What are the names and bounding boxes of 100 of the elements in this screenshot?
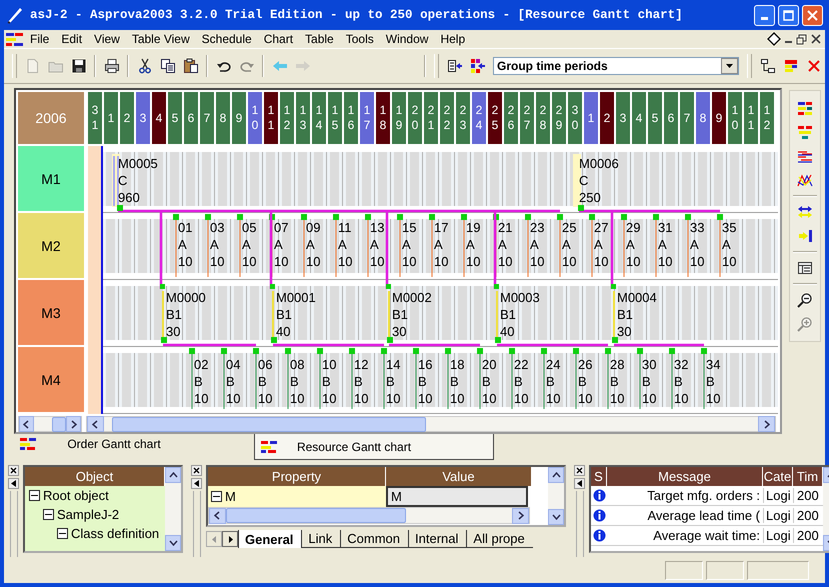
property-tab[interactable]: Internal bbox=[408, 530, 466, 548]
operation-label[interactable]: 35 A 10 bbox=[722, 219, 736, 270]
group-dropdown[interactable]: Group time periods bbox=[493, 57, 739, 75]
operation-label[interactable]: 06 B 10 bbox=[258, 356, 272, 407]
menu-item[interactable]: File bbox=[24, 32, 56, 46]
menu-item[interactable]: Table bbox=[299, 32, 340, 46]
operation-label[interactable]: 27 A 10 bbox=[594, 219, 608, 270]
column-header: Message bbox=[607, 467, 763, 486]
collapse-button[interactable] bbox=[574, 478, 585, 489]
scrollbar[interactable] bbox=[548, 467, 564, 525]
operation-label[interactable]: 20 B 10 bbox=[482, 356, 496, 407]
scrollbar[interactable] bbox=[165, 467, 181, 551]
operation-label[interactable]: 16 B 10 bbox=[418, 356, 432, 407]
operation-label[interactable]: 19 A 10 bbox=[466, 219, 480, 270]
day-header: 13 bbox=[296, 92, 310, 144]
operation-label[interactable]: 11 A 10 bbox=[338, 219, 352, 270]
day-header: 5 bbox=[168, 92, 182, 144]
property-tab[interactable]: Link bbox=[301, 530, 340, 548]
value-field[interactable]: M bbox=[386, 486, 528, 507]
operation-label[interactable]: 34 B 10 bbox=[706, 356, 720, 407]
operation-label[interactable]: 31 A 10 bbox=[658, 219, 672, 270]
operation-label[interactable]: 22 B 10 bbox=[514, 356, 528, 407]
collapse-button[interactable] bbox=[191, 478, 202, 489]
operation-label[interactable]: 13 A 10 bbox=[370, 219, 384, 270]
operation-label[interactable]: M0006 C 250 bbox=[579, 155, 619, 206]
operation-label[interactable]: 07 A 10 bbox=[274, 219, 288, 270]
expand-toggle-icon[interactable] bbox=[57, 528, 68, 539]
operation-label[interactable]: 17 A 10 bbox=[434, 219, 448, 270]
operation-label[interactable]: 33 A 10 bbox=[690, 219, 704, 270]
menu-item[interactable]: View bbox=[88, 32, 126, 46]
scrollbar[interactable] bbox=[208, 507, 530, 524]
close-icon[interactable] bbox=[811, 34, 821, 44]
operation-label[interactable]: M0001 B1 40 bbox=[276, 289, 316, 340]
tree-icon bbox=[760, 58, 776, 74]
minimize-button[interactable] bbox=[754, 4, 775, 26]
resize-grip[interactable] bbox=[576, 491, 584, 557]
property-tab[interactable]: General bbox=[238, 530, 302, 548]
operation-label[interactable]: M0003 B1 40 bbox=[500, 289, 540, 340]
operation-label[interactable]: M0002 B1 30 bbox=[392, 289, 432, 340]
scrollbar[interactable] bbox=[18, 416, 82, 432]
menu-item[interactable]: Edit bbox=[55, 32, 88, 46]
resize-grip[interactable] bbox=[10, 491, 18, 557]
operation-label[interactable]: 18 B 10 bbox=[450, 356, 464, 407]
menu-item[interactable]: Help bbox=[434, 32, 472, 46]
operation-label[interactable]: 15 A 10 bbox=[402, 219, 416, 270]
restore-icon[interactable] bbox=[796, 34, 807, 44]
operation-label[interactable]: 21 A 10 bbox=[498, 219, 512, 270]
operation-label[interactable]: 26 B 10 bbox=[578, 356, 592, 407]
operation-label[interactable]: 24 B 10 bbox=[546, 356, 560, 407]
operation-label[interactable]: 02 B 10 bbox=[194, 356, 208, 407]
maximize-button[interactable] bbox=[778, 4, 799, 26]
expand-toggle-icon[interactable] bbox=[43, 509, 54, 520]
operation-label[interactable]: 03 A 10 bbox=[210, 219, 224, 270]
property-tab[interactable]: All prope bbox=[466, 530, 533, 548]
day-header: 1 bbox=[584, 92, 598, 144]
property-tab[interactable]: Common bbox=[340, 530, 408, 548]
status-pane bbox=[706, 560, 744, 580]
menu-item[interactable]: Table View bbox=[126, 32, 196, 46]
menu-item[interactable]: Chart bbox=[258, 32, 300, 46]
resize-grip[interactable] bbox=[192, 491, 200, 557]
operation-label[interactable]: 32 B 10 bbox=[674, 356, 688, 407]
menu-item[interactable]: Window bbox=[380, 32, 434, 46]
minimize-icon bbox=[761, 16, 768, 20]
operation-label[interactable]: M0004 B1 30 bbox=[617, 289, 657, 340]
close-button[interactable] bbox=[574, 465, 585, 476]
tree-item[interactable]: Root object bbox=[43, 488, 109, 503]
expand-toggle-icon[interactable] bbox=[211, 491, 222, 502]
operation-label[interactable]: 05 A 10 bbox=[242, 219, 256, 270]
collapse-button[interactable] bbox=[8, 478, 19, 489]
operation-label[interactable]: 28 B 10 bbox=[610, 356, 624, 407]
operation-label[interactable]: M0000 B1 30 bbox=[166, 289, 206, 340]
tree-item[interactable]: SampleJ-2 bbox=[57, 507, 120, 522]
close-button[interactable] bbox=[191, 465, 202, 476]
operation-label[interactable]: 14 B 10 bbox=[386, 356, 400, 407]
day-header: 12 bbox=[760, 92, 774, 144]
close-button[interactable] bbox=[8, 465, 19, 476]
operation-label[interactable]: 29 A 10 bbox=[626, 219, 640, 270]
close-icon bbox=[576, 467, 583, 474]
operation-label[interactable]: 25 A 10 bbox=[562, 219, 576, 270]
column-header: S bbox=[591, 467, 607, 486]
operation-label[interactable]: 30 B 10 bbox=[642, 356, 656, 407]
operation-label[interactable]: 04 B 10 bbox=[226, 356, 240, 407]
column-header: Property bbox=[208, 467, 386, 486]
operation-label[interactable]: M0005 C 960 bbox=[118, 155, 158, 206]
scrollbar[interactable] bbox=[86, 416, 776, 432]
operation-label[interactable]: 23 A 10 bbox=[530, 219, 544, 270]
operation-label[interactable]: 01 A 10 bbox=[178, 219, 192, 270]
menu-item[interactable]: Schedule bbox=[196, 32, 258, 46]
tree-item[interactable]: Class definition bbox=[71, 526, 160, 541]
day-header: 25 bbox=[488, 92, 502, 144]
operation-label[interactable]: 12 B 10 bbox=[354, 356, 368, 407]
operation-label[interactable]: 10 B 10 bbox=[322, 356, 336, 407]
view-tab[interactable]: Resource Gantt chart bbox=[254, 434, 494, 460]
menu-item[interactable]: Tools bbox=[340, 32, 380, 46]
left-arrow-icon bbox=[272, 58, 288, 74]
operation-label[interactable]: 08 B 10 bbox=[290, 356, 304, 407]
day-header: 24 bbox=[472, 92, 486, 144]
operation-label[interactable]: 09 A 10 bbox=[306, 219, 320, 270]
day-header: 10 bbox=[248, 92, 262, 144]
expand-toggle-icon[interactable] bbox=[29, 490, 40, 501]
